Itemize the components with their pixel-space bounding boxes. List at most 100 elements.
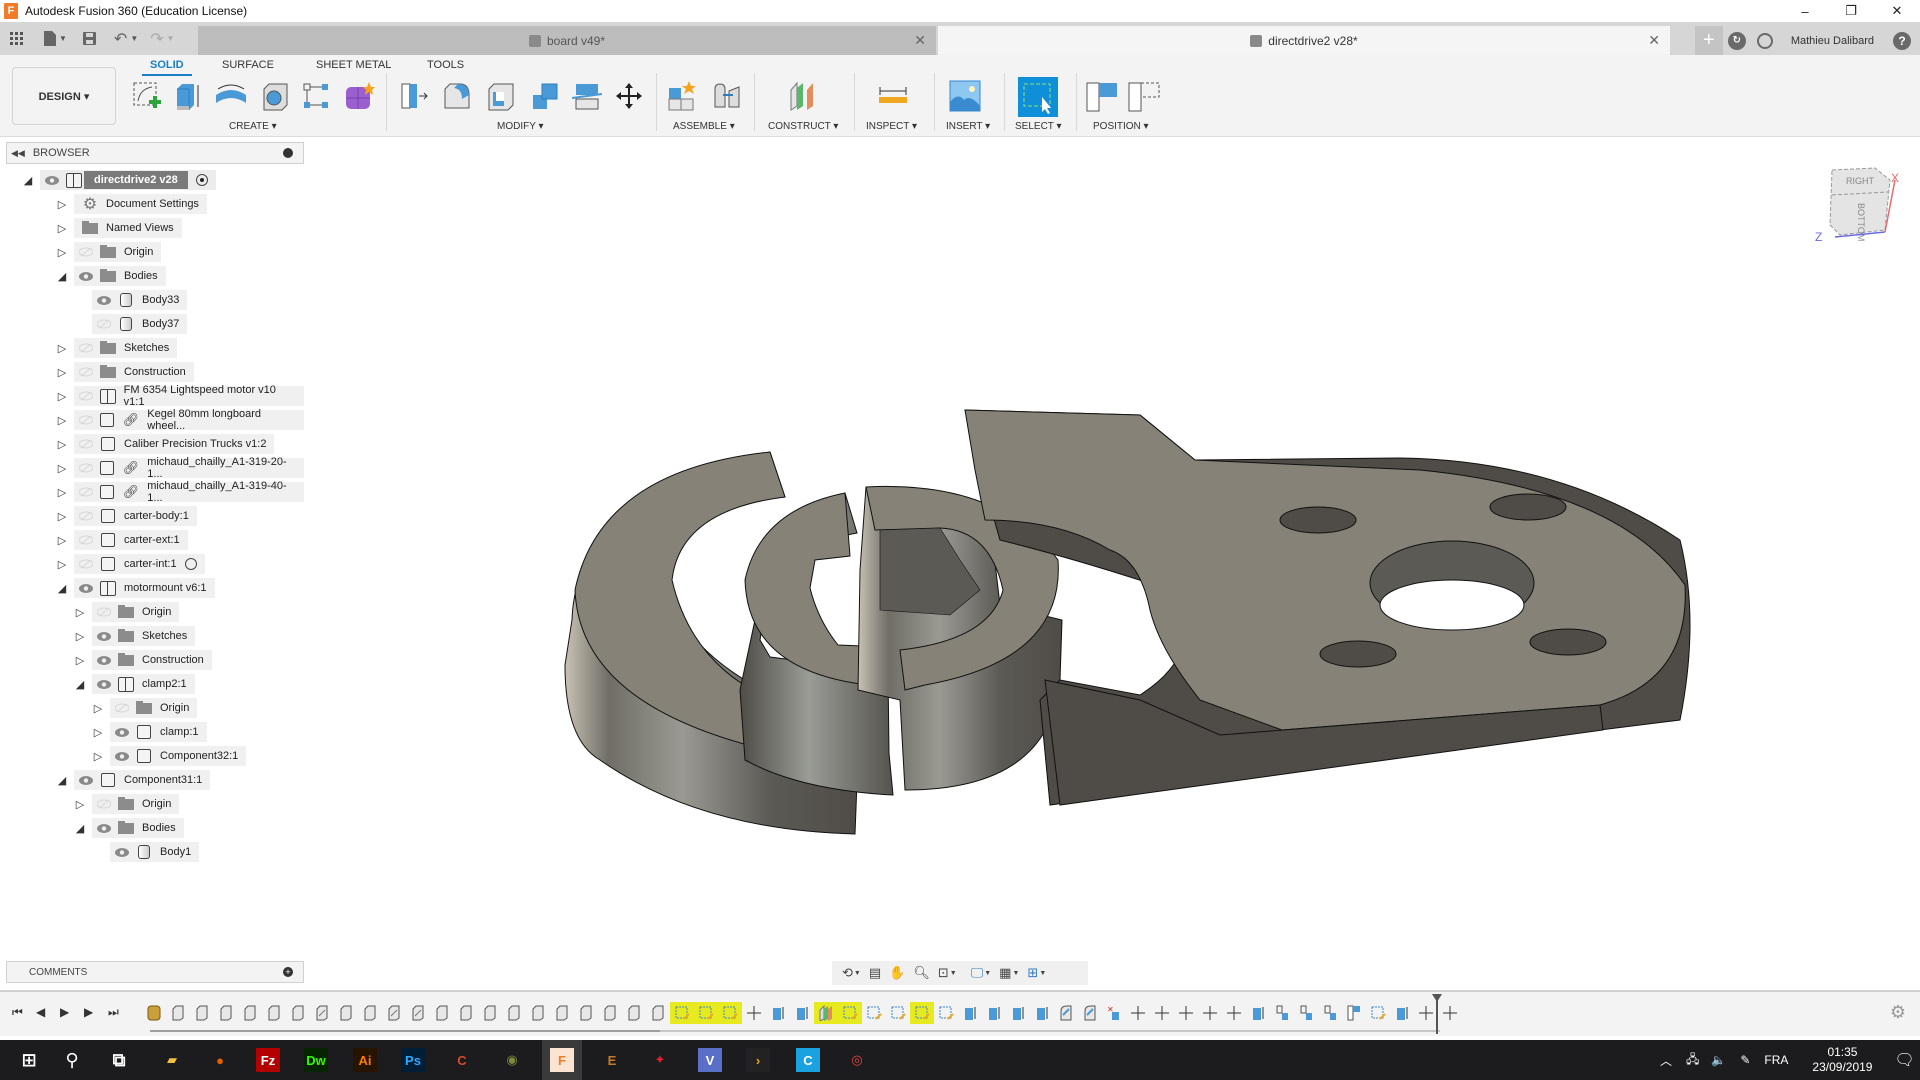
assemble-menu[interactable]: ASSEMBLE ▾ [673,121,735,132]
timeline-feature-split[interactable] [1274,1004,1290,1022]
tray-overflow-icon[interactable]: ︿ [1660,1052,1672,1069]
taskbar-red-app-icon[interactable]: ✦ [648,1048,672,1072]
fillet-button[interactable] [440,79,474,113]
zoom-button[interactable]: 🔍︎ [913,963,930,983]
timeline-feature-fillet[interactable] [1082,1004,1098,1022]
expand-arrow-icon[interactable]: ▷ [92,749,104,763]
maximize-button[interactable]: ❐ [1828,0,1874,22]
timeline-feature-body[interactable] [626,1004,642,1022]
visibility-eye-icon[interactable] [114,751,130,761]
tab-solid[interactable]: SOLID [142,59,192,76]
timeline-feature-position[interactable] [1346,1004,1362,1022]
language-indicator[interactable]: FRA [1764,1053,1788,1067]
visibility-eye-icon[interactable] [78,583,94,593]
create-form-button[interactable] [342,79,376,113]
timeline-feature-move[interactable] [1226,1004,1242,1022]
timeline-feature-body[interactable] [602,1004,618,1022]
tab-sheet-metal[interactable]: SHEET METAL [316,59,391,71]
taskbar-owl-icon[interactable]: ◉ [500,1048,524,1072]
collapse-arrow-icon[interactable]: ◢ [56,773,68,787]
timeline-feature-sketch[interactable] [938,1004,954,1022]
taskbar-terminal-icon[interactable]: › [746,1048,770,1072]
timeline-feature-body[interactable] [482,1004,498,1022]
motor-mount-plate[interactable] [964,409,1691,806]
expand-arrow-icon[interactable]: ▷ [56,461,68,475]
expand-arrow-icon[interactable]: ▷ [56,365,68,379]
revert-position-button[interactable] [1128,79,1162,113]
timeline-feature-fillet[interactable] [1058,1004,1074,1022]
timeline-feature-body[interactable] [362,1004,378,1022]
visibility-eye-icon[interactable] [114,847,130,857]
expand-arrow-icon[interactable]: ▷ [56,341,68,355]
expand-arrow-icon[interactable]: ▷ [56,509,68,523]
expand-arrow-icon[interactable]: ▷ [56,221,68,235]
timeline-feature-link[interactable] [314,1004,330,1022]
visibility-eye-icon[interactable] [78,271,94,281]
timeline-feature-body[interactable] [434,1004,450,1022]
tree-item[interactable]: ◢ clamp2:1 [0,674,304,694]
timeline-feature-link[interactable] [410,1004,426,1022]
hidden-eye-icon[interactable] [78,439,94,449]
offset-plane-button[interactable] [786,79,820,113]
timeline-marker-handle[interactable] [1432,994,1442,1002]
hidden-eye-icon[interactable] [78,463,93,473]
taskbar-ccleaner-icon[interactable]: C [450,1048,474,1072]
measure-button[interactable] [876,79,910,113]
tree-item[interactable]: ▷ clamp:1 [0,722,304,742]
hidden-eye-icon[interactable] [78,391,94,401]
expand-arrow-icon[interactable]: ▷ [92,725,104,739]
timeline-feature-body[interactable] [266,1004,282,1022]
taskbar-c-icon[interactable]: C [796,1048,820,1072]
timeline-feature-extrude[interactable] [1034,1004,1050,1022]
data-panel-button[interactable] [0,22,30,55]
hidden-eye-icon[interactable] [96,607,112,617]
hidden-eye-icon[interactable] [96,799,112,809]
timeline-feature-extrude[interactable] [962,1004,978,1022]
visibility-eye-icon[interactable] [96,631,112,641]
tree-item[interactable]: Body37 [0,314,304,334]
3d-viewport[interactable]: RIGHT BOTTOM X Z [305,138,1920,958]
timeline-feature-sketch-group[interactable] [146,1004,162,1022]
taskbar-start-icon[interactable]: ⊞ [17,1048,41,1072]
tree-item[interactable]: ▷ 🔗︎ michaud_chailly_A1-319-40-1... [0,480,304,504]
timeline-feature-body[interactable] [458,1004,474,1022]
new-tab-button[interactable]: + [1694,26,1723,55]
hidden-eye-icon[interactable] [78,247,94,257]
step-forward-button[interactable]: ▶ [84,1005,93,1019]
fit-button[interactable]: ⊡ ▼ [938,963,961,983]
visibility-eye-icon[interactable] [96,655,112,665]
select-button[interactable] [1018,77,1058,117]
visibility-eye-icon[interactable] [78,775,94,785]
tree-item[interactable]: ▷ Sketches [0,338,304,358]
go-to-end-button[interactable]: ⏭ [108,1005,119,1020]
timeline-feature-sketch[interactable] [838,1002,862,1024]
tree-item[interactable]: ◢ Bodies [0,266,304,286]
timeline-feature-body[interactable] [194,1004,210,1022]
taskbar-fusion-360-icon[interactable]: F [550,1048,574,1072]
timeline-settings-gear-icon[interactable]: ⚙ [1890,1002,1906,1023]
tab-tools[interactable]: TOOLS [427,59,464,71]
display-settings-button[interactable]: 🖵 ▼ [971,963,995,983]
split-body-button[interactable] [570,79,604,113]
combine-button[interactable] [528,79,562,113]
user-account-menu[interactable]: Mathieu Dalibard [1779,35,1888,47]
timeline-feature-sketch[interactable] [910,1002,934,1024]
save-button[interactable] [77,22,102,55]
taskbar-filezilla-icon[interactable]: Fz [256,1048,280,1072]
timeline-feature-extrude[interactable] [770,1004,786,1022]
timeline-track[interactable] [150,1030,660,1032]
inspect-menu[interactable]: INSPECT ▾ [866,121,917,132]
activate-radio-icon[interactable] [184,558,197,570]
taskbar-firefox-icon[interactable]: ● [208,1048,232,1072]
tree-item[interactable]: ◢ directdrive2 v28 [0,170,304,190]
viewcube-front-label[interactable]: BOTTOM [1856,203,1866,241]
tree-item[interactable]: ▷ Named Views [0,218,304,238]
timeline-feature-body[interactable] [242,1004,258,1022]
taskbar-search-icon[interactable]: ⚲ [60,1048,84,1072]
help-button[interactable]: ? [1888,26,1916,55]
press-pull-button[interactable] [398,79,432,113]
expand-arrow-icon[interactable]: ▷ [56,389,68,403]
timeline-feature-body[interactable] [338,1004,354,1022]
timeline-feature-sketch[interactable] [1370,1004,1386,1022]
workspace-switcher[interactable]: DESIGN ▾ [12,67,116,125]
